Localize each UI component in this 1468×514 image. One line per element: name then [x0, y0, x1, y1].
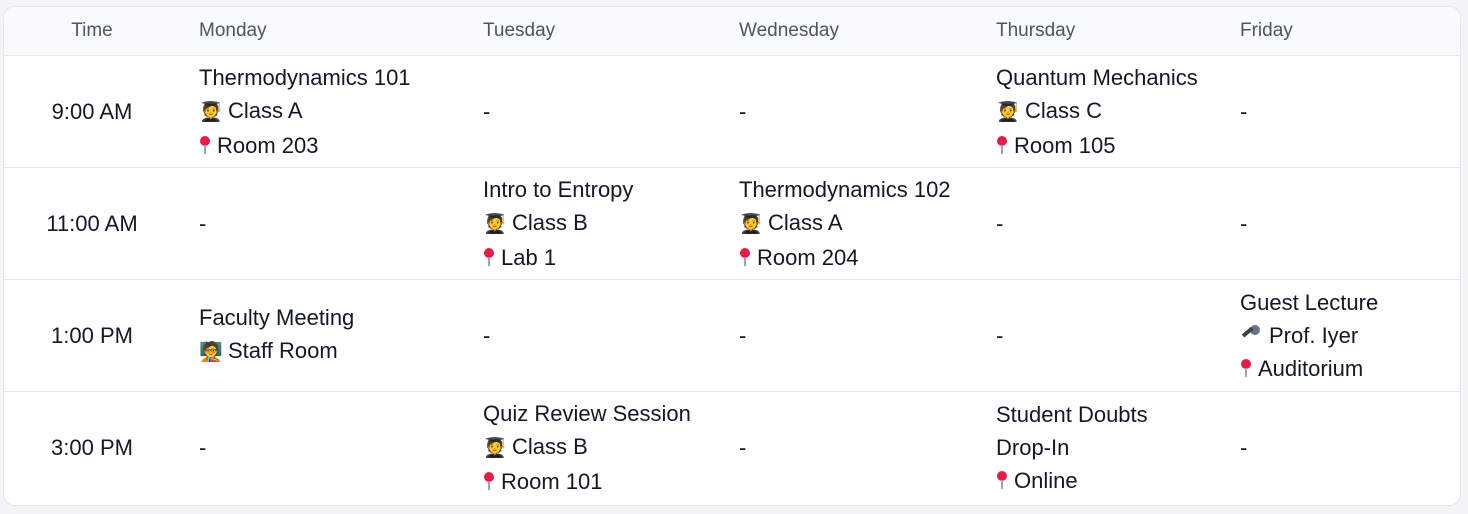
event-detail: 🧑‍🎓 Class A	[739, 206, 977, 241]
event-title: Thermodynamics 101	[199, 64, 411, 90]
column-header-friday: Friday	[1240, 19, 1293, 41]
empty-cell: -	[996, 210, 1004, 236]
pin-icon	[996, 135, 1008, 155]
event-location: Room 105	[996, 129, 1221, 162]
student-icon: 🧑‍🎓	[739, 213, 763, 235]
empty-cell: -	[483, 322, 491, 348]
column-header-tuesday: Tuesday	[483, 19, 556, 41]
pin-icon	[483, 247, 495, 267]
empty-cell: -	[739, 322, 747, 348]
event-detail: 🧑‍🏫 Staff Room	[199, 334, 464, 369]
header-row: Time Monday Tuesday Wednesday Thursday F…	[4, 7, 1460, 55]
event-cell-tuesday[interactable]: Quiz Review Session 🧑‍🎓 Class B Room 101	[464, 391, 720, 504]
empty-cell: -	[739, 435, 747, 461]
event-title: Quantum Mechanics	[996, 64, 1198, 90]
table-row: 1:00 PM Faculty Meeting 🧑‍🏫 Staff Room - - - Gu…	[4, 279, 1460, 391]
empty-cell: -	[739, 98, 747, 124]
time-slot-label: 1:00 PM	[51, 322, 133, 348]
event-location: Lab 1	[483, 241, 720, 274]
empty-cell: -	[1240, 435, 1248, 461]
event-location: Room 204	[739, 241, 977, 274]
event-location: Online	[996, 464, 1221, 497]
event-cell-monday[interactable]: Faculty Meeting 🧑‍🏫 Staff Room	[180, 279, 464, 391]
student-icon: 🧑‍🎓	[483, 213, 507, 235]
pin-icon	[996, 470, 1008, 490]
table-row: 9:00 AM Thermodynamics 101 🧑‍🎓 Class A Room …	[4, 55, 1460, 167]
time-slot-label: 9:00 AM	[51, 98, 133, 124]
event-detail: 🧑‍🎓 Class B	[483, 206, 720, 241]
weekly-schedule-card: Time Monday Tuesday Wednesday Thursday F…	[3, 6, 1461, 506]
event-detail-text: Class A	[768, 209, 843, 235]
event-detail-text: Class B	[512, 434, 588, 460]
event-location-text: Room 203	[217, 132, 319, 158]
empty-cell: -	[1240, 98, 1248, 124]
student-icon: 🧑‍🎓	[199, 101, 223, 123]
event-title: Guest Lecture	[1240, 289, 1379, 315]
event-cell-friday[interactable]: Guest Lecture Prof. Iyer Auditorium	[1221, 279, 1460, 391]
event-title: Student Doubts	[996, 402, 1148, 428]
table-row: 3:00 PM - Quiz Review Session 🧑‍🎓 Class B Roo…	[4, 391, 1460, 504]
event-title: Quiz Review Session	[483, 401, 691, 427]
event-detail: 🧑‍🎓 Class A	[199, 94, 464, 129]
event-location-text: Room 101	[501, 469, 603, 495]
event-detail-text: Class C	[1025, 97, 1103, 123]
event-location: Room 101	[483, 465, 720, 498]
event-detail: Prof. Iyer	[1240, 319, 1460, 352]
column-header-monday: Monday	[199, 19, 267, 41]
event-location-text: Room 105	[1014, 132, 1116, 158]
table-row: 11:00 AM - Intro to Entropy 🧑‍🎓 Class B Lab 1…	[4, 167, 1460, 279]
pin-icon	[1240, 358, 1252, 378]
event-cell-wednesday[interactable]: Thermodynamics 102 🧑‍🎓 Class A Room 204	[720, 167, 977, 279]
event-title: Faculty Meeting	[199, 305, 355, 330]
event-detail-text: Class B	[512, 209, 588, 235]
event-detail-text: Staff Room	[228, 338, 338, 363]
empty-cell: -	[996, 322, 1004, 348]
event-cell-tuesday[interactable]: Intro to Entropy 🧑‍🎓 Class B Lab 1	[464, 167, 720, 279]
event-detail: 🧑‍🎓 Class C	[996, 94, 1221, 129]
student-icon: 🧑‍🎓	[483, 438, 507, 460]
time-slot-label: 11:00 AM	[46, 210, 138, 236]
column-header-time: Time	[71, 19, 113, 41]
teacher-icon: 🧑‍🏫	[199, 342, 223, 363]
pin-icon	[483, 471, 495, 491]
pin-icon	[199, 135, 211, 155]
time-slot-label: 3:00 PM	[51, 435, 133, 461]
event-detail-text: Prof. Iyer	[1269, 322, 1359, 348]
event-detail: 🧑‍🎓 Class B	[483, 430, 720, 465]
pin-icon	[739, 247, 751, 267]
event-cell-thursday[interactable]: Student Doubts Drop-In Online	[977, 391, 1221, 504]
event-cell-thursday[interactable]: Quantum Mechanics 🧑‍🎓 Class C Room 105	[977, 55, 1221, 167]
student-icon: 🧑‍🎓	[996, 101, 1020, 123]
event-title: Thermodynamics 102	[739, 176, 951, 202]
empty-cell: -	[199, 435, 207, 461]
event-cell-monday[interactable]: Thermodynamics 101 🧑‍🎓 Class A Room 203	[180, 55, 464, 167]
event-location-text: Online	[1014, 468, 1078, 494]
event-title: Intro to Entropy	[483, 176, 634, 202]
event-location-text: Lab 1	[501, 244, 557, 270]
event-detail: Drop-In	[996, 431, 1221, 464]
event-detail-text: Class A	[228, 97, 303, 123]
event-location: Auditorium	[1240, 352, 1460, 385]
event-location-text: Auditorium	[1258, 355, 1364, 381]
column-header-wednesday: Wednesday	[739, 19, 839, 41]
event-detail-text: Drop-In	[996, 435, 1070, 461]
microphone-icon	[1240, 324, 1262, 345]
empty-cell: -	[483, 98, 491, 124]
event-location: Room 203	[199, 129, 464, 162]
schedule-table: Time Monday Tuesday Wednesday Thursday F…	[4, 7, 1460, 504]
event-location-text: Room 204	[757, 244, 859, 270]
empty-cell: -	[1240, 210, 1248, 236]
empty-cell: -	[199, 210, 207, 236]
column-header-thursday: Thursday	[996, 19, 1076, 41]
